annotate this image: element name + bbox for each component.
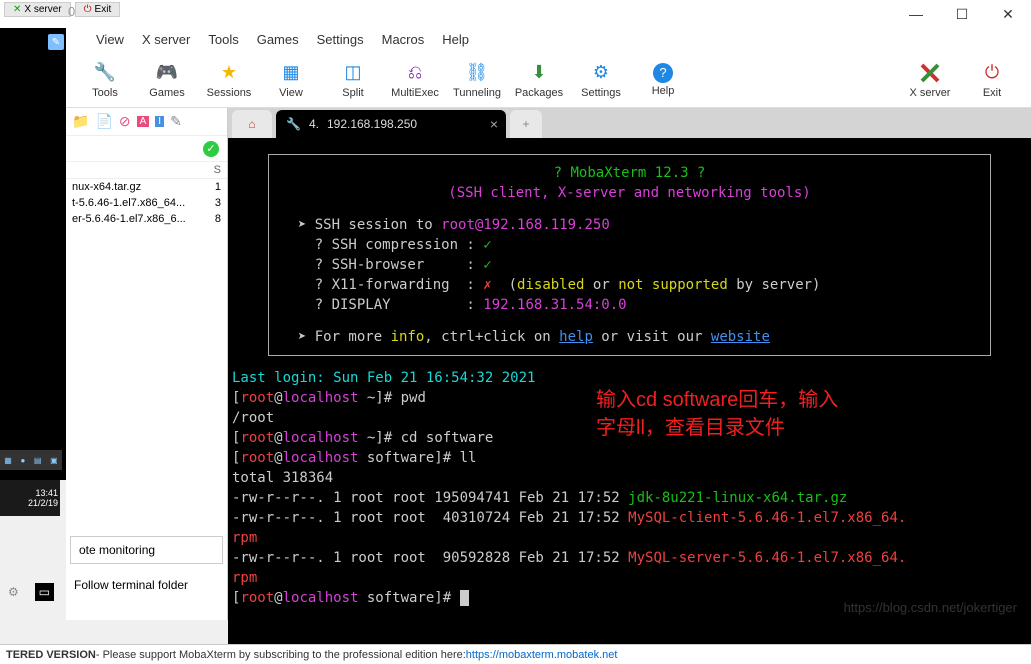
toolbar: 🔧Tools 🎮Games ★Sessions ▦View ◫Split ⎌Mu… xyxy=(66,52,1031,108)
tb-help[interactable]: ?Help xyxy=(632,63,694,97)
tray-icons: ⚙ ▭ xyxy=(0,580,62,604)
tab-close-icon[interactable]: × xyxy=(490,116,498,132)
terminal-banner: ? MobaXterm 12.3 ? (SSH client, X-server… xyxy=(268,154,991,356)
pencil-icon[interactable]: ✎ xyxy=(48,34,64,50)
menu-xserver[interactable]: X server xyxy=(142,32,190,48)
file-row[interactable]: er-5.6.46-1.el7.x86_6...8 xyxy=(66,211,227,227)
tab-add[interactable]: + xyxy=(510,110,542,138)
file-panel-toolbar: 📁 📄 ⊘ A I ✎ xyxy=(66,108,227,136)
tab-num: 4. xyxy=(309,117,319,131)
tab-session-active[interactable]: 🔧 4. 192.168.198.250 × xyxy=(276,110,506,138)
packages-icon: ⬇ xyxy=(527,61,551,85)
left-black-panel xyxy=(0,0,66,480)
menu-settings[interactable]: Settings xyxy=(317,32,364,48)
status-msg: - Please support MobaXterm by subscribin… xyxy=(96,649,466,661)
mini-icon-strip: ▦●▤▣ xyxy=(0,450,62,470)
tb-xserver[interactable]: X server xyxy=(899,61,961,99)
tb-multiexec[interactable]: ⎌MultiExec xyxy=(384,61,446,99)
menu-macros[interactable]: Macros xyxy=(382,32,425,48)
i-icon[interactable]: I xyxy=(155,116,164,127)
session-tabs: ⌂ 🔧 4. 192.168.198.250 × + xyxy=(228,108,1031,138)
tunneling-icon: ⛓ xyxy=(465,61,489,85)
follow-terminal-checkbox[interactable]: Follow terminal folder xyxy=(74,578,188,592)
tools-icon: 🔧 xyxy=(93,61,117,85)
tab-label: 192.168.198.250 xyxy=(327,117,417,131)
tb-view[interactable]: ▦View xyxy=(260,61,322,99)
statusbar: TERED VERSION - Please support MobaXterm… xyxy=(0,644,1031,664)
terminal[interactable]: ? MobaXterm 12.3 ? (SSH client, X-server… xyxy=(228,138,1031,644)
clock: 13:41 21/2/19 xyxy=(0,480,60,516)
file-row[interactable]: t-5.6.46-1.el7.x86_64...3 xyxy=(66,195,227,211)
close-button[interactable]: ✕ xyxy=(985,0,1031,28)
wrench-icon: 🔧 xyxy=(286,117,301,131)
file-panel: 📁 📄 ⊘ A I ✎ ✓ S nux-x64.tar.gz1 t-5.6.46… xyxy=(66,108,228,620)
tab-xserver[interactable]: ✕X server xyxy=(4,2,71,17)
remote-monitoring-button[interactable]: ote monitoring xyxy=(70,536,223,564)
a-icon[interactable]: A xyxy=(137,116,150,127)
view-icon: ▦ xyxy=(279,61,303,85)
clock-time: 13:41 xyxy=(35,488,58,498)
plus-icon: + xyxy=(522,117,529,131)
tab-home[interactable]: ⌂ xyxy=(232,110,272,138)
col-header: S xyxy=(66,162,227,179)
cursor xyxy=(460,590,469,606)
menu-games[interactable]: Games xyxy=(257,32,299,48)
multiexec-icon: ⎌ xyxy=(403,61,427,85)
home-icon: ⌂ xyxy=(248,117,255,131)
maximize-button[interactable]: ☐ xyxy=(939,0,985,28)
gear-icon: ⚙ xyxy=(8,585,19,599)
square-icon: ▭ xyxy=(35,583,54,601)
title-num: 0 xyxy=(68,4,75,19)
doc-icon[interactable]: 📄 xyxy=(95,113,112,130)
website-link[interactable]: website xyxy=(711,329,770,345)
picker-icon[interactable]: ✎ xyxy=(170,113,182,130)
tb-packages[interactable]: ⬇Packages xyxy=(508,61,570,99)
help-link[interactable]: help xyxy=(559,329,593,345)
annotation-text: 输入cd software回车，输入 字母ll，查看目录文件 xyxy=(596,386,838,442)
status-ok-icon: ✓ xyxy=(203,141,219,157)
menu-view[interactable]: View xyxy=(96,32,124,48)
titlebar: ✕X server ⏻Exit 0 — ☐ ✕ xyxy=(0,0,1031,28)
tb-tools[interactable]: 🔧Tools xyxy=(74,61,136,99)
banner-subtitle: (SSH client, X-server and networking too… xyxy=(281,183,978,203)
status-link[interactable]: https://mobaxterm.mobatek.net xyxy=(466,649,618,661)
tb-tunneling[interactable]: ⛓Tunneling xyxy=(446,61,508,99)
sessions-icon: ★ xyxy=(217,61,241,85)
minimize-button[interactable]: — xyxy=(893,0,939,28)
file-list: nux-x64.tar.gz1 t-5.6.46-1.el7.x86_64...… xyxy=(66,179,227,227)
file-row[interactable]: nux-x64.tar.gz1 xyxy=(66,179,227,195)
status-version: TERED VERSION xyxy=(6,649,96,661)
tb-split[interactable]: ◫Split xyxy=(322,61,384,99)
tb-games[interactable]: 🎮Games xyxy=(136,61,198,99)
tb-exit[interactable]: ⏻Exit xyxy=(961,61,1023,99)
settings-icon: ⚙ xyxy=(589,61,613,85)
tb-sessions[interactable]: ★Sessions xyxy=(198,61,260,99)
delete-icon[interactable]: ⊘ xyxy=(119,113,131,130)
folder-icon[interactable]: 📁 xyxy=(72,113,89,130)
clock-date: 21/2/19 xyxy=(28,498,58,508)
tb-settings[interactable]: ⚙Settings xyxy=(570,61,632,99)
menu-tools[interactable]: Tools xyxy=(208,32,238,48)
games-icon: 🎮 xyxy=(155,61,179,85)
exit-icon: ⏻ xyxy=(980,61,1004,85)
tab-exit[interactable]: ⏻Exit xyxy=(75,2,121,17)
path-row: ✓ xyxy=(66,136,227,162)
xserver-icon xyxy=(918,61,942,85)
split-icon: ◫ xyxy=(341,61,365,85)
menu-help[interactable]: Help xyxy=(442,32,469,48)
menubar: View X server Tools Games Settings Macro… xyxy=(66,28,1031,52)
watermark: https://blog.csdn.net/jokertiger xyxy=(844,598,1017,618)
help-icon: ? xyxy=(653,63,673,83)
banner-title: ? MobaXterm 12.3 ? xyxy=(281,163,978,183)
